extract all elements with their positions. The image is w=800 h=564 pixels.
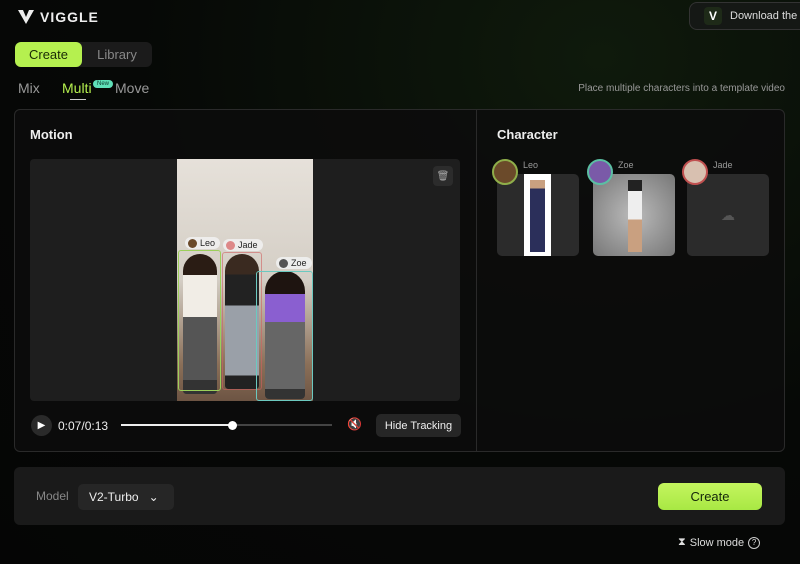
zoe-avatar-icon — [279, 258, 288, 268]
label-text: Zoe — [291, 258, 307, 268]
tracking-box-zoe — [256, 271, 313, 401]
character-card-jade-upload[interactable]: ☁ — [687, 174, 769, 256]
character-name-zoe: Zoe — [618, 160, 634, 170]
viggle-logo[interactable]: VIGGLE — [18, 9, 99, 25]
hourglass-icon: ⧗ — [678, 536, 686, 548]
character-name-leo: Leo — [523, 160, 539, 170]
tracking-box-leo — [178, 250, 221, 391]
avatar-zoe — [587, 159, 613, 185]
hide-tracking-button[interactable]: Hide Tracking — [376, 414, 461, 437]
zoe-reference-image — [628, 180, 642, 252]
panel-divider — [476, 109, 477, 452]
tab-multi[interactable]: Multi — [62, 80, 92, 96]
slow-mode[interactable]: ⧗ Slow mode? — [678, 536, 761, 549]
create-library-toggle: Create Library — [15, 42, 152, 67]
motion-title: Motion — [30, 127, 73, 142]
play-icon: ▶ — [37, 420, 46, 431]
mode-description: Place multiple characters into a templat… — [578, 83, 785, 94]
download-label: Download the — [730, 10, 798, 22]
create-button[interactable]: Create — [658, 483, 762, 510]
avatar-jade — [682, 159, 708, 185]
template-video[interactable]: Leo Jade Zoe — [177, 159, 313, 401]
leo-reference-image — [524, 174, 551, 256]
model-value: V2-Turbo — [89, 490, 139, 504]
label-text: Jade — [238, 240, 258, 250]
avatar-leo — [492, 159, 518, 185]
new-badge: New — [93, 80, 114, 88]
tracking-label-zoe: Zoe — [276, 257, 312, 269]
tracking-label-leo: Leo — [185, 237, 221, 249]
character-title: Character — [497, 127, 558, 142]
character-card-zoe[interactable] — [593, 174, 675, 256]
tab-create[interactable]: Create — [15, 42, 82, 67]
viggle-app-icon: V — [704, 7, 722, 25]
jade-avatar-icon — [226, 240, 235, 250]
active-tab-underline — [70, 99, 86, 100]
viggle-v-icon — [18, 10, 34, 24]
tab-library[interactable]: Library — [82, 42, 152, 67]
label-text: Leo — [200, 238, 216, 248]
tab-mix[interactable]: Mix — [18, 80, 40, 96]
mute-icon[interactable]: 🔇 — [347, 417, 362, 431]
tracking-label-jade: Jade — [223, 239, 263, 251]
character-name-jade: Jade — [713, 160, 733, 170]
play-button[interactable]: ▶ — [31, 415, 52, 436]
leo-avatar-icon — [188, 238, 197, 248]
model-label: Model — [36, 489, 69, 503]
help-icon[interactable]: ? — [748, 536, 761, 549]
upload-cloud-icon: ☁ — [721, 206, 735, 223]
model-select[interactable]: V2-Turbo ⌄ — [78, 484, 174, 510]
slow-mode-label: Slow mode — [689, 536, 745, 549]
tab-move[interactable]: Move — [115, 80, 149, 96]
seek-progress — [121, 424, 233, 426]
brand-name: VIGGLE — [40, 9, 99, 25]
download-app-button[interactable]: V Download the — [689, 2, 800, 30]
delete-video-icon[interactable]: 🗑 — [433, 166, 453, 186]
character-card-leo[interactable] — [497, 174, 579, 256]
chevron-down-icon: ⌄ — [148, 490, 159, 504]
playback-time: 0:07/0:13 — [58, 419, 109, 433]
